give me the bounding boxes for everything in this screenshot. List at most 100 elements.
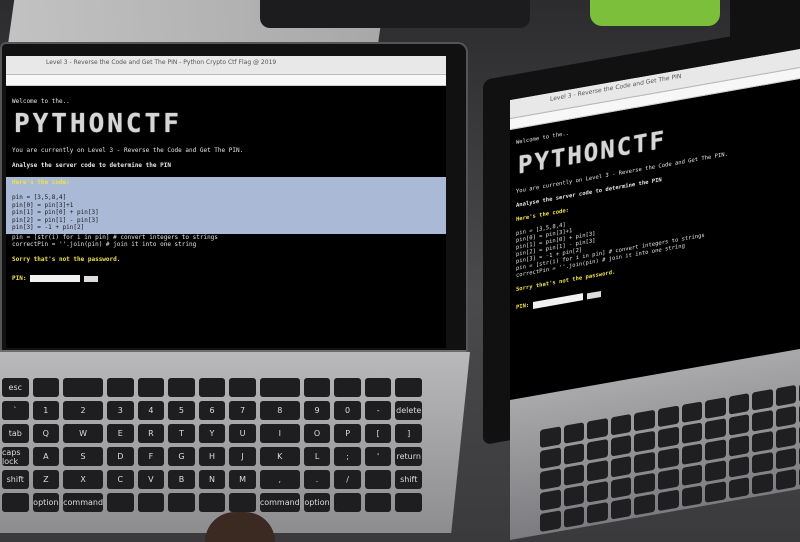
keyboard-key[interactable]: ; — [334, 447, 361, 466]
keyboard-key[interactable]: H — [198, 447, 226, 466]
keyboard-key[interactable] — [540, 510, 561, 532]
keyboard-key[interactable]: Z — [32, 470, 60, 489]
keyboard-key[interactable]: 2 — [63, 401, 104, 420]
keyboard-key[interactable]: C — [107, 470, 134, 489]
keyboard-key[interactable]: 4 — [137, 401, 165, 420]
address-bar[interactable] — [6, 75, 446, 86]
keyboard-key[interactable] — [657, 405, 679, 428]
keyboard-key[interactable] — [587, 502, 608, 524]
keyboard-key[interactable] — [705, 460, 726, 482]
keyboard-key[interactable] — [107, 378, 134, 397]
keyboard-key[interactable]: B — [168, 470, 195, 489]
keyboard-key[interactable] — [681, 422, 703, 445]
keyboard-key[interactable] — [229, 378, 256, 397]
keyboard-key[interactable] — [681, 401, 703, 424]
keyboard-key[interactable]: N — [198, 470, 226, 489]
keyboard-key[interactable]: W — [63, 424, 104, 443]
keyboard-key[interactable] — [587, 460, 608, 482]
keyboard-key[interactable] — [775, 426, 797, 449]
keyboard-key[interactable] — [395, 493, 422, 512]
keyboard-key[interactable] — [334, 493, 361, 512]
keyboard-key[interactable] — [563, 443, 585, 465]
keyboard-key[interactable]: ' — [364, 447, 392, 466]
keyboard-key[interactable] — [610, 455, 632, 478]
keyboard-key[interactable]: X — [63, 470, 104, 489]
keyboard-key[interactable]: esc — [2, 378, 29, 397]
keyboard-key[interactable] — [634, 472, 655, 495]
keyboard-key[interactable] — [364, 493, 392, 512]
keyboard-key[interactable] — [198, 378, 226, 397]
keyboard-key[interactable] — [364, 378, 392, 397]
keyboard-key[interactable] — [657, 489, 679, 512]
keyboard-key[interactable] — [587, 418, 608, 440]
keyboard-key[interactable]: A — [32, 447, 60, 466]
keyboard-key[interactable] — [587, 439, 608, 461]
keyboard-key[interactable] — [229, 493, 256, 512]
keyboard-key[interactable]: 0 — [334, 401, 361, 420]
keyboard-key[interactable] — [610, 434, 632, 457]
keyboard-key[interactable]: - — [364, 401, 392, 420]
keyboard-key[interactable] — [168, 378, 195, 397]
keyboard-key[interactable] — [610, 497, 632, 520]
keyboard-key[interactable] — [137, 378, 165, 397]
keyboard-key[interactable] — [752, 409, 773, 432]
submit-button[interactable] — [587, 290, 602, 299]
keyboard-key[interactable] — [657, 426, 679, 449]
keyboard-key[interactable] — [728, 435, 750, 457]
keyboard-key[interactable]: shift — [2, 470, 29, 489]
keyboard-key[interactable] — [2, 493, 29, 512]
pin-input[interactable] — [30, 275, 81, 283]
keyboard-key[interactable]: command — [259, 493, 300, 512]
keyboard-key[interactable] — [334, 378, 361, 397]
keyboard-key[interactable] — [63, 378, 104, 397]
keyboard-key[interactable]: option — [303, 493, 331, 512]
keyboard-key[interactable] — [540, 468, 561, 490]
keyboard-key[interactable] — [728, 456, 750, 478]
keyboard-key[interactable] — [107, 493, 134, 512]
keyboard-key[interactable]: Q — [32, 424, 60, 443]
keyboard-key[interactable] — [752, 451, 773, 474]
keyboard-key[interactable]: shift — [395, 470, 422, 489]
keyboard-key[interactable] — [775, 384, 797, 407]
keyboard-key[interactable]: 5 — [168, 401, 195, 420]
keyboard-key[interactable]: tab — [2, 424, 29, 443]
keyboard-key[interactable] — [540, 447, 561, 469]
keyboard-key[interactable]: [ — [364, 424, 392, 443]
keyboard-key[interactable] — [728, 477, 750, 499]
keyboard-key[interactable] — [540, 489, 561, 511]
keyboard-key[interactable] — [563, 422, 585, 444]
keyboard-key[interactable]: 3 — [107, 401, 134, 420]
keyboard-key[interactable]: command — [63, 493, 104, 512]
keyboard-key[interactable] — [634, 493, 655, 516]
keyboard-key[interactable] — [540, 426, 561, 448]
pin-input[interactable] — [533, 293, 584, 309]
keyboard-key[interactable] — [610, 476, 632, 499]
keyboard-key[interactable] — [681, 443, 703, 466]
keyboard-key[interactable]: . — [303, 470, 331, 489]
keyboard-key[interactable]: G — [168, 447, 195, 466]
keyboard-key[interactable]: E — [107, 424, 134, 443]
keyboard-key[interactable] — [587, 481, 608, 503]
keyboard-key[interactable]: T — [168, 424, 195, 443]
keyboard-key[interactable] — [32, 378, 60, 397]
keyboard-key[interactable]: return — [395, 447, 422, 466]
keyboard-key[interactable]: O — [303, 424, 331, 443]
keyboard-key[interactable]: L — [303, 447, 331, 466]
keyboard-key[interactable] — [634, 451, 655, 474]
keyboard-key[interactable] — [563, 464, 585, 486]
keyboard-key[interactable]: K — [259, 447, 300, 466]
keyboard-key[interactable] — [752, 388, 773, 411]
keyboard-key[interactable] — [364, 470, 392, 489]
keyboard-key[interactable] — [634, 409, 655, 432]
keyboard-key[interactable] — [657, 468, 679, 491]
keyboard-key[interactable]: 1 — [32, 401, 60, 420]
keyboard-key[interactable] — [775, 468, 797, 491]
keyboard-key[interactable]: caps lock — [2, 447, 29, 466]
keyboard-key[interactable]: 8 — [259, 401, 300, 420]
keyboard-key[interactable] — [657, 447, 679, 470]
keyboard-key[interactable] — [681, 464, 703, 487]
keyboard-key[interactable]: option — [32, 493, 60, 512]
keyboard-key[interactable]: 9 — [303, 401, 331, 420]
keyboard-key[interactable]: J — [229, 447, 256, 466]
keyboard-key[interactable] — [610, 413, 632, 436]
